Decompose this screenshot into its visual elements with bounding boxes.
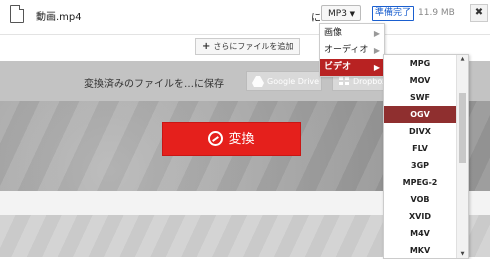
- scrollbar-thumb[interactable]: [459, 93, 466, 163]
- format-option-selected[interactable]: OGV: [384, 106, 456, 123]
- format-select[interactable]: MP3 ▼: [321, 5, 361, 21]
- format-option[interactable]: SWF: [384, 89, 456, 106]
- google-drive-icon: [252, 76, 264, 87]
- category-audio[interactable]: オーディオ ▶: [320, 42, 384, 59]
- convert-label: 変換: [228, 132, 255, 147]
- category-label: オーディオ: [324, 45, 369, 55]
- video-format-menu: MPG MOV SWF OGV DIVX FLV 3GP MPEG-2 VOB …: [383, 54, 469, 259]
- category-image[interactable]: 画像 ▶: [320, 25, 384, 42]
- format-select-value: MP3: [328, 9, 347, 19]
- category-label: ビデオ: [324, 62, 352, 72]
- format-option[interactable]: DIVX: [384, 123, 456, 140]
- to-label: に: [311, 13, 321, 24]
- save-to-label: 変換済みのファイルを…に保存: [84, 79, 224, 90]
- format-option[interactable]: MPG: [384, 55, 456, 72]
- format-option[interactable]: M4V: [384, 225, 456, 242]
- scroll-up-icon[interactable]: ▲: [458, 56, 467, 62]
- scroll-down-icon[interactable]: ▼: [458, 251, 467, 257]
- format-option[interactable]: MPEG-2: [384, 174, 456, 191]
- file-size: 11.9 MB: [418, 8, 455, 18]
- format-option[interactable]: MKV: [384, 242, 456, 258]
- format-option[interactable]: XVID: [384, 208, 456, 225]
- format-option[interactable]: FLV: [384, 140, 456, 157]
- format-option[interactable]: 3GP: [384, 157, 456, 174]
- chevron-right-icon: ▶: [373, 63, 380, 72]
- format-option[interactable]: MOV: [384, 72, 456, 89]
- chevron-right-icon: ▶: [373, 29, 380, 38]
- category-label: 画像: [324, 28, 343, 38]
- close-icon: ✖: [474, 7, 484, 18]
- convert-icon: [208, 131, 224, 146]
- convert-button[interactable]: 変換: [162, 122, 301, 156]
- file-row: 動画.mp4 に MP3 ▼ 準備完了 11.9 MB ✖: [0, 0, 490, 35]
- file-name: 動画.mp4: [36, 12, 82, 23]
- add-more-files-label: さらにファイルを追加: [213, 42, 294, 51]
- status-badge: 準備完了: [372, 6, 415, 21]
- add-more-files-button[interactable]: + さらにファイルを追加: [195, 38, 301, 55]
- format-option[interactable]: VOB: [384, 191, 456, 208]
- dropbox-icon: [339, 77, 349, 85]
- dropbox-label: Dropbox: [353, 77, 387, 86]
- google-drive-button[interactable]: Google Drive: [246, 71, 322, 91]
- file-icon: [10, 5, 24, 23]
- format-menu-scrollbar[interactable]: ▲ ▼: [456, 55, 468, 258]
- category-video[interactable]: ビデオ ▶: [320, 59, 384, 76]
- format-category-menu: 画像 ▶ オーディオ ▶ ビデオ ▶: [319, 23, 385, 77]
- chevron-down-icon: ▼: [349, 10, 355, 18]
- chevron-right-icon: ▶: [373, 46, 380, 55]
- plus-icon: +: [202, 41, 211, 52]
- google-drive-label: Google Drive: [267, 77, 320, 86]
- remove-file-button[interactable]: ✖: [470, 4, 488, 22]
